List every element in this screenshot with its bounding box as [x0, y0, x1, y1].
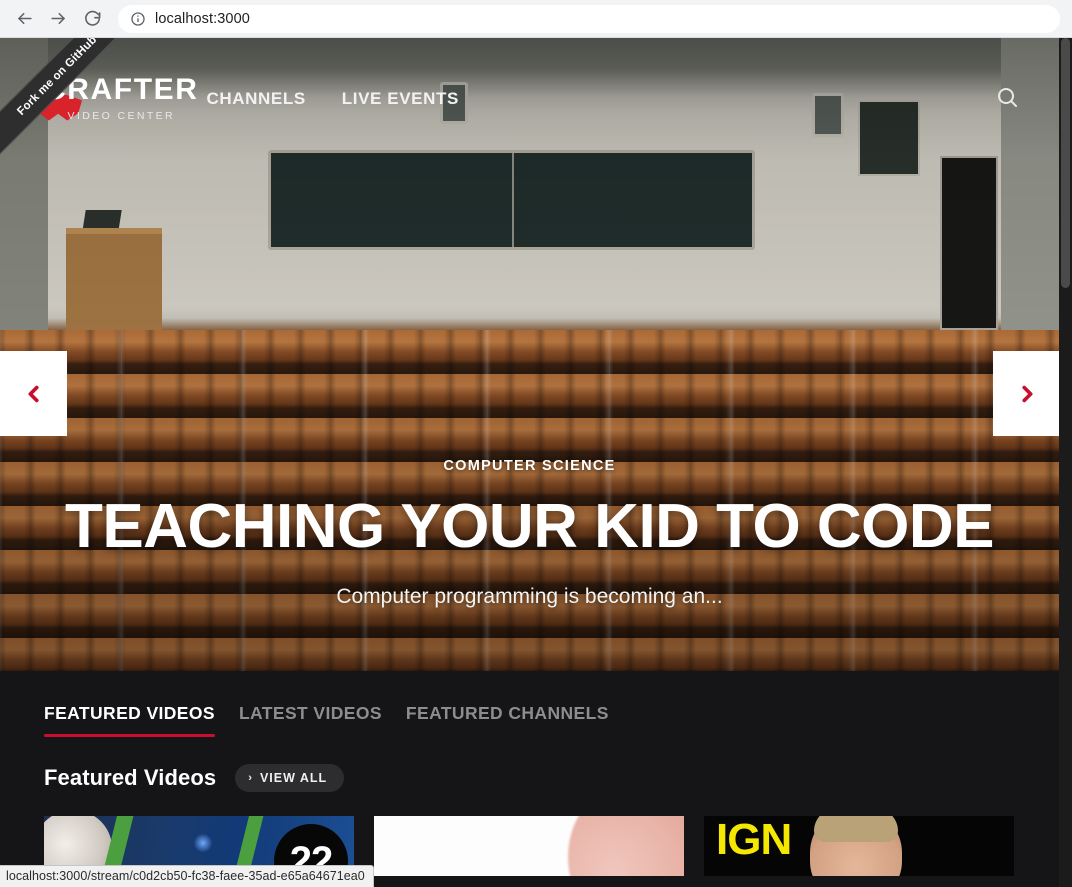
search-button[interactable]: [995, 85, 1019, 114]
hero-category: COMPUTER SCIENCE: [443, 458, 616, 474]
site-header: CRAFTER VIDEO CENTER CHANNELS LIVE EVENT…: [0, 38, 1059, 158]
hero-description: Computer programming is becoming an...: [336, 585, 723, 609]
info-circle-icon[interactable]: [130, 11, 146, 27]
video-card[interactable]: IGN: [704, 816, 1014, 876]
address-bar[interactable]: localhost:3000: [118, 4, 1060, 33]
main-navigation: CHANNELS LIVE EVENTS: [207, 89, 459, 109]
link-status-bar: localhost:3000/stream/c0d2cb50-fc38-faee…: [0, 865, 374, 887]
chevron-right-icon: ›: [248, 771, 253, 784]
forward-arrow-icon: [49, 9, 68, 28]
scrollbar-thumb[interactable]: [1061, 38, 1070, 288]
back-button[interactable]: [8, 3, 40, 35]
thumbnail-detail: [568, 816, 684, 876]
section-header: Featured Videos › VIEW ALL: [44, 764, 1015, 792]
tab-featured-videos[interactable]: FEATURED VIDEOS: [44, 703, 215, 737]
reload-icon: [83, 9, 102, 28]
nav-item-channels[interactable]: CHANNELS: [207, 89, 306, 109]
content-section: FEATURED VIDEOS LATEST VIDEOS FEATURED C…: [0, 671, 1059, 887]
carousel-next-button[interactable]: [993, 351, 1060, 436]
page-scrollbar[interactable]: [1059, 38, 1072, 887]
thumbnail-detail: [194, 834, 212, 852]
hero-caption: COMPUTER SCIENCE TEACHING YOUR KID TO CO…: [0, 458, 1059, 609]
chevron-left-icon: [23, 381, 45, 407]
back-arrow-icon: [15, 9, 34, 28]
chevron-right-icon: [1016, 381, 1038, 407]
carousel-prev-button[interactable]: [0, 351, 67, 436]
tab-latest-videos[interactable]: LATEST VIDEOS: [239, 703, 382, 737]
section-title: Featured Videos: [44, 765, 217, 790]
thumbnail-logo-text: IGN: [716, 816, 792, 864]
brand-tagline: VIDEO CENTER: [67, 109, 176, 122]
search-icon: [995, 85, 1019, 114]
thumbnail-detail: [810, 816, 902, 876]
video-card[interactable]: [374, 816, 684, 876]
reload-button[interactable]: [76, 3, 108, 35]
view-all-button[interactable]: › VIEW ALL: [235, 764, 345, 792]
browser-toolbar: localhost:3000: [0, 0, 1072, 38]
tab-featured-channels[interactable]: FEATURED CHANNELS: [406, 703, 609, 737]
page-viewport: COMPUTER SCIENCE TEACHING YOUR KID TO CO…: [0, 38, 1072, 887]
address-bar-url: localhost:3000: [155, 10, 250, 27]
view-all-label: VIEW ALL: [259, 771, 328, 785]
hero-title: TEACHING YOUR KID TO CODE: [64, 492, 995, 561]
content-tabs: FEATURED VIDEOS LATEST VIDEOS FEATURED C…: [44, 671, 1015, 737]
nav-item-live-events[interactable]: LIVE EVENTS: [342, 89, 459, 109]
forward-button[interactable]: [42, 3, 74, 35]
